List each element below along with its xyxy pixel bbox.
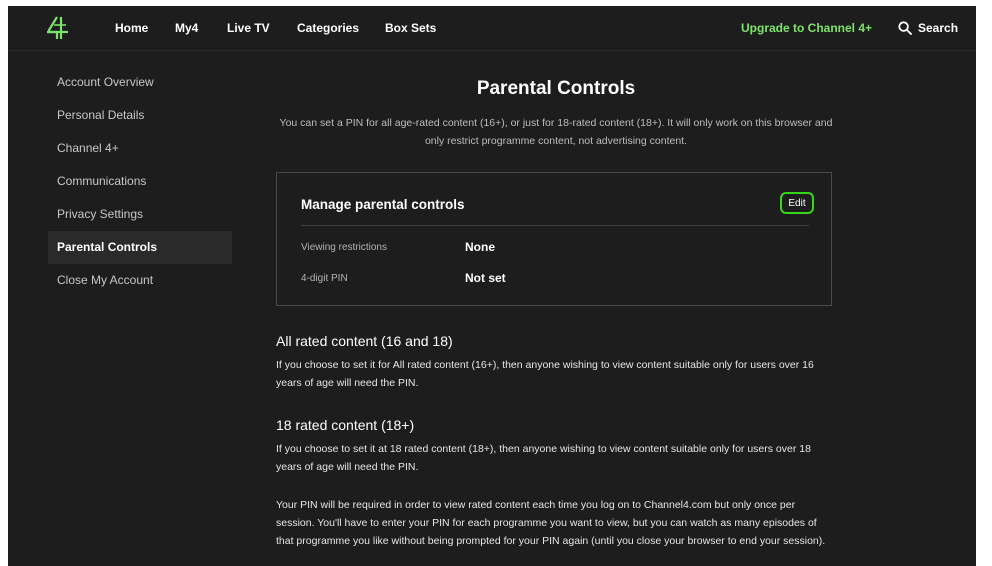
- main-content: Parental Controls You can set a PIN for …: [276, 76, 836, 547]
- sidebar-item-privacy-settings[interactable]: Privacy Settings: [48, 198, 232, 231]
- app-window: Home My4 Live TV Categories Box Sets Upg…: [8, 6, 976, 566]
- pin-label: 4-digit PIN: [301, 273, 348, 284]
- sidebar-item-communications[interactable]: Communications: [48, 165, 232, 198]
- manage-parental-controls-card: Manage parental controls Edit Viewing re…: [276, 172, 832, 306]
- section-body-all-rated: If you choose to set it for All rated co…: [276, 359, 814, 389]
- page-title: Parental Controls: [476, 78, 636, 99]
- search-button[interactable]: Search: [898, 19, 958, 37]
- channel-4-logo-icon[interactable]: [46, 15, 70, 41]
- upgrade-link[interactable]: Upgrade to Channel 4+: [741, 21, 872, 35]
- rating-info-sections: All rated content (16 and 18) If you cho…: [276, 330, 836, 550]
- pin-note: Your PIN will be required in order to vi…: [276, 499, 826, 547]
- nav-live-tv[interactable]: Live TV: [227, 21, 270, 35]
- pin-value: Not set: [465, 271, 506, 285]
- sidebar-item-account-overview[interactable]: Account Overview: [48, 66, 232, 99]
- intro-text: You can set a PIN for all age-rated cont…: [279, 117, 833, 147]
- search-icon: [898, 21, 912, 35]
- top-navigation-bar: Home My4 Live TV Categories Box Sets Upg…: [8, 6, 976, 51]
- nav-box-sets[interactable]: Box Sets: [385, 21, 436, 35]
- card-divider: [301, 225, 809, 226]
- edit-button[interactable]: Edit: [780, 192, 814, 214]
- search-label: Search: [918, 21, 959, 35]
- card-title: Manage parental controls: [301, 197, 465, 212]
- sidebar-item-close-my-account[interactable]: Close My Account: [48, 264, 232, 297]
- viewing-restrictions-label: Viewing restrictions: [301, 242, 387, 253]
- nav-my4[interactable]: My4: [175, 21, 198, 35]
- account-sidebar: Account Overview Personal Details Channe…: [48, 66, 232, 297]
- section-heading-all-rated: All rated content (16 and 18): [276, 333, 453, 349]
- nav-home[interactable]: Home: [115, 21, 148, 35]
- nav-categories[interactable]: Categories: [297, 21, 359, 35]
- sidebar-item-parental-controls[interactable]: Parental Controls: [48, 231, 232, 264]
- viewing-restrictions-value: None: [465, 240, 495, 254]
- sidebar-item-personal-details[interactable]: Personal Details: [48, 99, 232, 132]
- section-heading-18-rated: 18 rated content (18+): [276, 417, 415, 433]
- sidebar-item-channel-4-plus[interactable]: Channel 4+: [48, 132, 232, 165]
- section-body-18-rated: If you choose to set it at 18 rated cont…: [276, 443, 811, 473]
